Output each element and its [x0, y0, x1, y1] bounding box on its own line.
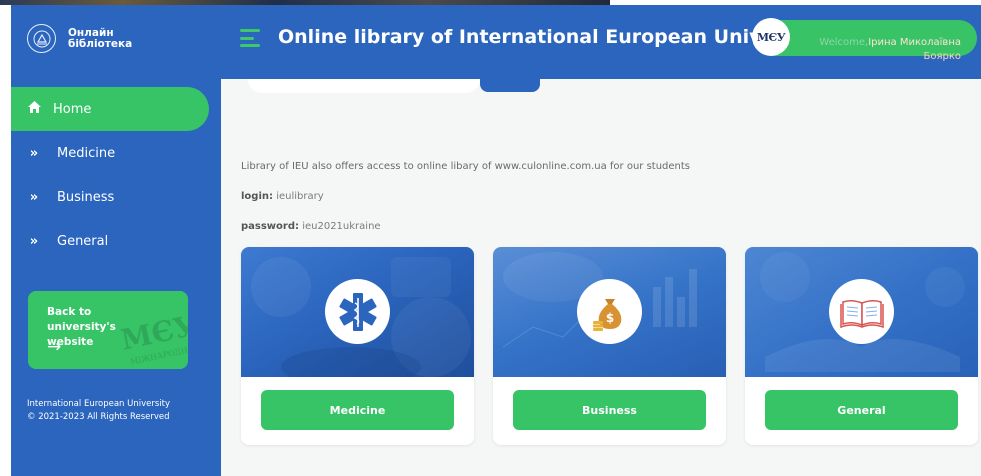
search-input[interactable]	[248, 79, 480, 93]
money-bag-icon: $	[577, 279, 642, 344]
arrow-right-icon: →	[47, 337, 62, 357]
sidebar-item-home[interactable]: Home	[11, 87, 209, 131]
back-to-university-button[interactable]: МЄУ МІЖНАРОДНИЙ Back to university's web…	[28, 291, 188, 369]
svg-text:$: $	[605, 311, 613, 325]
medicine-button[interactable]: Medicine	[261, 390, 454, 430]
main-content: Library of IEU also offers access to onl…	[221, 79, 981, 476]
star-of-life-icon	[325, 279, 390, 344]
avatar-text: МЄУ	[756, 30, 786, 44]
logo-text: Онлайн бібліотека	[68, 26, 133, 50]
back-to-university-label: Back to university's website	[47, 306, 116, 348]
page-title: Online library of International European…	[278, 26, 824, 48]
search-button[interactable]	[480, 79, 540, 92]
sidebar: Home » Medicine » Business » General МЄУ…	[11, 79, 221, 476]
login-value: ieulibrary	[276, 191, 324, 202]
menu-toggle-icon[interactable]	[240, 29, 260, 47]
welcome-line: Welcome,Ірина Миколаївна	[819, 37, 961, 48]
site-logo[interactable]: Онлайн бібліотека	[27, 24, 132, 53]
medicine-banner-image	[241, 247, 474, 377]
general-button[interactable]: General	[765, 390, 958, 430]
sidebar-item-business[interactable]: » Business	[11, 175, 115, 219]
sidebar-footer: International European University © 2021…	[27, 398, 217, 424]
library-info-text: Library of IEU also offers access to onl…	[241, 161, 691, 172]
sidebar-item-label: Home	[53, 101, 92, 117]
sidebar-item-label: Medicine	[57, 145, 116, 161]
double-chevron-right-icon: »	[29, 233, 39, 249]
general-banner-image	[745, 247, 978, 377]
login-label: login:	[241, 191, 274, 202]
double-chevron-right-icon: »	[29, 189, 39, 205]
business-banner-image: $	[493, 247, 726, 377]
password-credential: password: ieu2021ukraine	[241, 221, 381, 232]
password-value: ieu2021ukraine	[302, 221, 381, 232]
login-credential: login: ieulibrary	[241, 191, 324, 202]
footer-org-name: International European University	[27, 399, 171, 409]
home-icon	[27, 101, 41, 117]
user-last-name: Боярко	[923, 51, 962, 62]
category-card-business[interactable]: $ Business	[493, 247, 726, 445]
top-header: Онлайн бібліотека Online library of Inte…	[11, 5, 981, 79]
category-card-medicine[interactable]: Medicine	[241, 247, 474, 445]
welcome-label: Welcome,	[819, 37, 869, 48]
user-first-name: Ірина Миколаївна	[868, 37, 961, 48]
password-label: password:	[241, 221, 300, 232]
sidebar-item-general[interactable]: » General	[11, 219, 108, 263]
sidebar-item-label: General	[57, 233, 109, 249]
sidebar-item-label: Business	[57, 189, 115, 205]
university-emblem-icon	[27, 24, 56, 53]
logo-line-2: бібліотека	[68, 37, 133, 50]
footer-copyright: © 2021-2023 All Rights Reserved	[27, 412, 170, 422]
avatar[interactable]: МЄУ	[752, 18, 790, 56]
double-chevron-right-icon: »	[29, 145, 39, 161]
logo-line-1: Онлайн	[68, 26, 114, 39]
category-card-general[interactable]: General	[745, 247, 978, 445]
sidebar-item-medicine[interactable]: » Medicine	[11, 131, 115, 175]
business-button[interactable]: Business	[513, 390, 706, 430]
open-book-icon	[829, 279, 894, 344]
